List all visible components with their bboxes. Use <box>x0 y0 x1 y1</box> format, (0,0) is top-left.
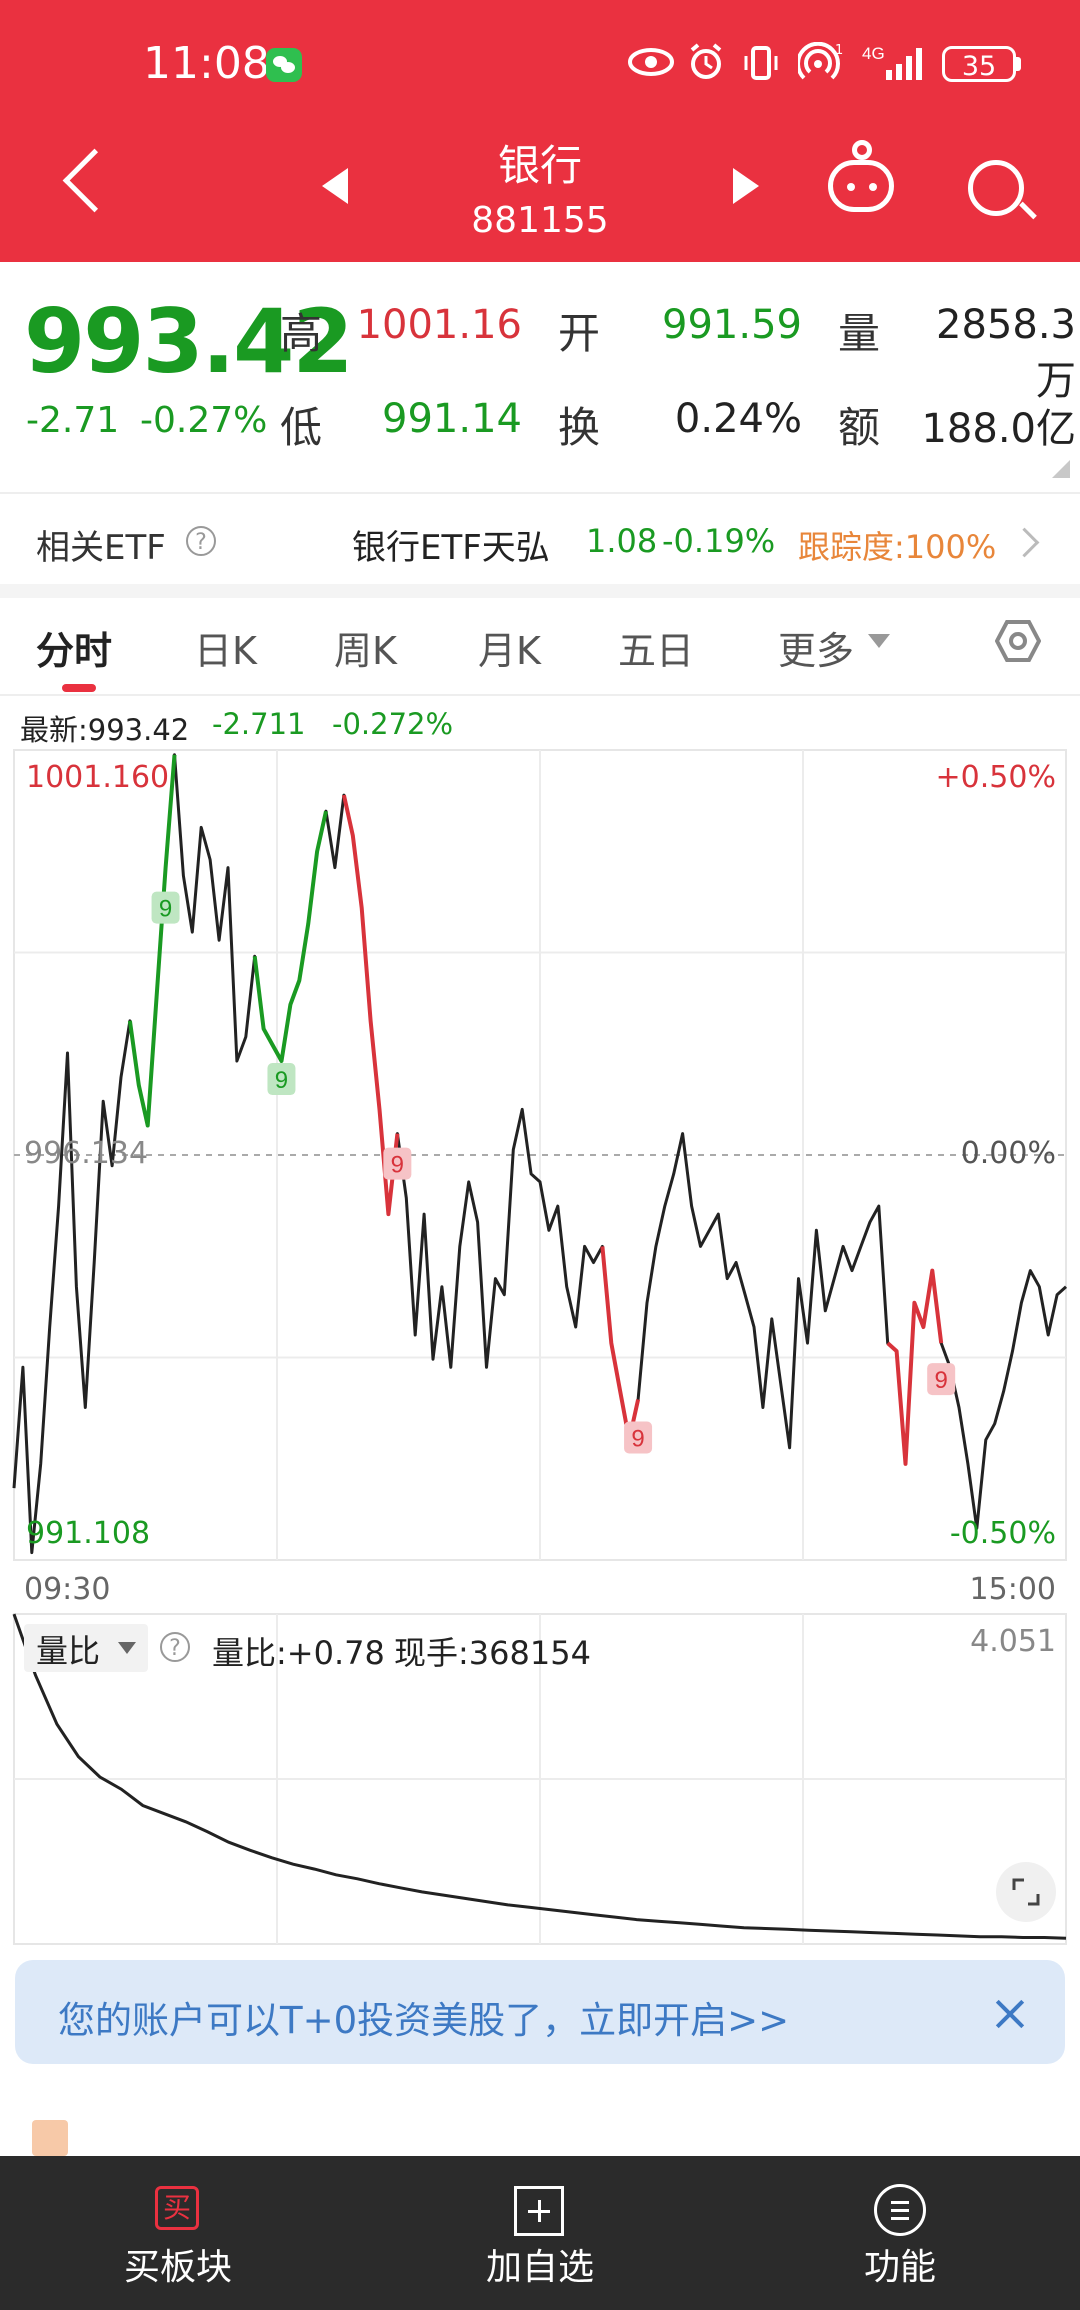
latest-change: -2.711 <box>212 707 306 741</box>
help-icon[interactable]: ? <box>160 1632 190 1662</box>
time-axis-start: 09:30 <box>24 1572 111 1607</box>
up-sequence-segment <box>127 754 177 1128</box>
high-label: 高 <box>280 309 323 358</box>
divider <box>0 694 1080 696</box>
amount-value: 188.0亿 <box>921 406 1076 452</box>
related-etf-label: 相关ETF <box>36 528 166 568</box>
next-section-peek <box>0 2082 1080 2156</box>
signal-marker-label: 9 <box>159 896 172 923</box>
expand-quote-corner[interactable] <box>1052 460 1070 478</box>
battery-indicator: 35 <box>942 46 1016 82</box>
svg-text:1: 1 <box>835 43 843 58</box>
add-watchlist-icon <box>514 2186 564 2236</box>
signal-marker-label: 9 <box>275 1067 288 1094</box>
functions-button[interactable]: 功能 <box>800 2238 1000 2290</box>
turnover-value: 0.24% <box>674 396 802 442</box>
amount-label: 额 <box>838 403 881 452</box>
wechat-notification-icon <box>266 48 302 82</box>
etf-tracking: 跟踪度:100% <box>798 528 997 566</box>
signal-icon <box>886 48 922 80</box>
tab-weekly-k[interactable]: 周K <box>334 620 397 675</box>
previous-sector-icon[interactable] <box>322 168 348 204</box>
volume-ratio-max: 4.051 <box>970 1624 1056 1659</box>
tab-daily-k[interactable]: 日K <box>194 620 257 675</box>
section-marker <box>32 2120 68 2156</box>
y-axis-reference: 996.134 <box>24 1136 149 1171</box>
eye-icon <box>628 48 674 76</box>
up-sequence-segment <box>252 810 328 1063</box>
latest-change-pct: -0.272% <box>332 707 454 741</box>
pct-axis-reference: 0.00% <box>960 1136 1056 1171</box>
chevron-down-icon <box>868 634 890 648</box>
y-axis-high: 1001.160 <box>26 760 170 795</box>
etf-change: -0.19% <box>662 522 776 560</box>
expand-icon <box>1012 1878 1040 1906</box>
pct-axis-high: +0.50% <box>935 760 1056 795</box>
vibrate-icon <box>744 46 778 80</box>
promo-banner-text[interactable]: 您的账户可以T+0投资美股了，立即开启>> <box>58 1990 789 2044</box>
next-sector-icon[interactable] <box>733 168 759 204</box>
sector-code: 881155 <box>471 200 609 241</box>
pct-axis-low: -0.50% <box>949 1516 1056 1551</box>
battery-cap <box>1016 57 1021 71</box>
tab-more[interactable]: 更多 <box>778 620 854 675</box>
alarm-icon <box>690 43 722 79</box>
volume-ratio-value: 量比:+0.78 <box>212 1634 385 1672</box>
buy-icon: 买 <box>155 2186 199 2230</box>
signal-marker-label: 9 <box>935 1367 948 1394</box>
etf-price: 1.08 <box>586 522 658 560</box>
help-icon[interactable]: ? <box>186 526 216 556</box>
settings-icon[interactable] <box>995 618 1041 664</box>
hotspot-icon: 1 <box>798 42 843 80</box>
high-value: 1001.16 <box>356 302 522 348</box>
chevron-right-icon[interactable] <box>1009 527 1040 558</box>
menu-icon <box>874 2184 926 2236</box>
current-hand-value: 现手:368154 <box>394 1634 591 1672</box>
page-title: 银行 <box>497 141 582 190</box>
down-sequence-segment <box>600 1246 641 1442</box>
signal-marker-label: 9 <box>631 1425 644 1452</box>
robot-antenna <box>852 140 872 160</box>
price-change-pct: -0.27% <box>140 400 268 441</box>
price-change: -2.71 <box>26 400 120 441</box>
divider <box>0 492 1080 494</box>
fullscreen-button[interactable] <box>996 1862 1056 1922</box>
open-value: 991.59 <box>662 302 802 348</box>
active-tab-indicator <box>62 684 96 692</box>
volume-label: 量 <box>838 309 881 358</box>
volume-value: 2858.3万 <box>936 302 1076 404</box>
etf-name[interactable]: 银行ETF天弘 <box>352 520 550 569</box>
signal-marker-label: 9 <box>391 1152 404 1179</box>
section-gap <box>0 584 1080 598</box>
y-axis-low: 991.108 <box>26 1516 151 1551</box>
time-axis-end: 15:00 <box>969 1572 1056 1607</box>
chevron-down-icon <box>118 1642 136 1654</box>
indicator-selector-label: 量比 <box>36 1632 101 1670</box>
tab-intraday[interactable]: 分时 <box>36 620 112 675</box>
low-label: 低 <box>280 403 323 452</box>
add-watchlist-button[interactable]: 加自选 <box>440 2238 640 2290</box>
status-time: 11:08 <box>143 38 270 89</box>
robot-assistant-icon[interactable] <box>828 160 894 212</box>
tab-five-day[interactable]: 五日 <box>618 620 694 675</box>
search-icon[interactable] <box>968 160 1024 216</box>
tab-monthly-k[interactable]: 月K <box>478 620 541 675</box>
intraday-chart[interactable]: 9 9 9 9 9 <box>0 740 1080 1620</box>
open-label: 开 <box>558 309 601 358</box>
turnover-label: 换 <box>558 403 601 452</box>
buy-sector-button[interactable]: 买板块 <box>78 2238 278 2290</box>
low-value: 991.14 <box>382 396 522 442</box>
